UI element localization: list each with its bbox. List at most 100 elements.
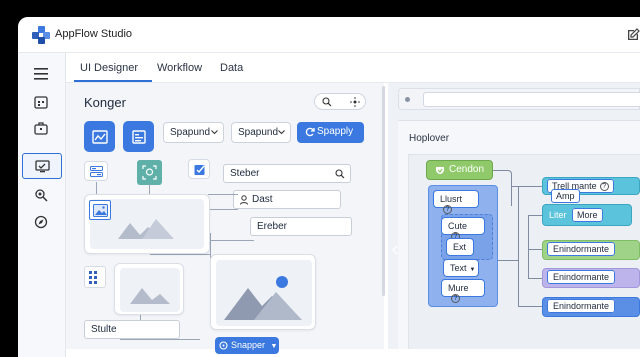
image-badge xyxy=(89,200,111,220)
help-icon: ? xyxy=(443,205,452,215)
tab-bar: UI Designer Workflow Data xyxy=(66,53,640,83)
section-title: Hoplover xyxy=(409,133,450,144)
screen-check-icon[interactable] xyxy=(22,153,62,179)
node-liter[interactable]: Liter More xyxy=(542,204,632,226)
snapper-chip[interactable]: Snapper ▼ xyxy=(215,337,279,354)
node-enindormante-1[interactable]: Enindormante xyxy=(542,240,640,260)
dropdown-2[interactable]: Spapund xyxy=(231,122,291,143)
node-more-chip[interactable]: More xyxy=(572,208,603,222)
connector-line xyxy=(208,194,238,195)
node-enindormante-1-label: Enindormante xyxy=(553,244,610,254)
flow-connector xyxy=(528,249,542,250)
flow-connector xyxy=(518,306,542,307)
image-placeholder xyxy=(216,260,312,326)
designer-scrollbar[interactable] xyxy=(382,86,385,296)
title-bar: AppFlow Studio xyxy=(18,17,640,53)
node-enindormante-2[interactable]: Enindormante xyxy=(542,268,640,288)
help-icon: ? xyxy=(451,294,460,304)
node-enindormante-3[interactable]: Enindormante xyxy=(542,297,640,317)
image-icon xyxy=(130,288,170,304)
node-cute[interactable]: Cute? xyxy=(441,217,485,242)
designer-search[interactable] xyxy=(314,93,366,110)
left-sidebar xyxy=(18,53,66,357)
node-cute-label: Cute xyxy=(448,221,468,231)
node-amp-chip: Amp xyxy=(551,189,580,204)
chart-icon xyxy=(91,129,108,144)
field-steber[interactable]: Steber xyxy=(223,164,351,183)
briefcase-icon[interactable] xyxy=(30,117,52,139)
node-text[interactable]: Text ▼ xyxy=(443,259,479,277)
field-stulte[interactable]: Stulte xyxy=(84,320,180,339)
node-enindormante-2-chip: Enindormante xyxy=(547,270,616,284)
node-mure-label: Mure xyxy=(448,283,469,293)
tab-ui-designer[interactable]: UI Designer xyxy=(80,62,138,74)
node-llusrt-label: Llusrt xyxy=(440,194,463,204)
connector-line xyxy=(96,182,97,194)
flow-connector xyxy=(528,215,529,279)
help-icon: ? xyxy=(599,182,609,192)
connector-line xyxy=(208,209,238,210)
compass-icon[interactable] xyxy=(30,211,52,233)
apply-button[interactable]: Spapply xyxy=(297,122,364,143)
calendar-icon[interactable] xyxy=(30,91,52,113)
refresh-icon xyxy=(305,127,315,137)
toolbar-dot xyxy=(405,97,410,102)
field-steber-text: Steber xyxy=(230,168,260,179)
field-ereber[interactable]: Ereber xyxy=(250,217,352,236)
node-enindormante-1-chip: Enindormante xyxy=(547,242,616,256)
widget-toggle[interactable] xyxy=(84,161,108,181)
flow-connector xyxy=(492,170,512,206)
apply-button-label: Spapply xyxy=(317,126,354,137)
image-card-3[interactable] xyxy=(210,254,316,330)
chevron-down-icon xyxy=(278,130,285,135)
designer-title: Konger xyxy=(84,95,126,110)
field-dast[interactable]: Dast xyxy=(233,190,341,209)
check-shield-icon xyxy=(436,167,444,174)
menu-icon[interactable] xyxy=(30,63,52,85)
node-cendon[interactable]: Cendon xyxy=(426,160,493,180)
node-liter-label: Liter xyxy=(549,210,567,220)
widget-tile-form[interactable] xyxy=(123,121,154,152)
sparkle-icon xyxy=(350,97,360,107)
app-logo-icon xyxy=(32,26,50,44)
image-card-2[interactable] xyxy=(114,263,184,315)
node-llusrt[interactable]: Llusrt? xyxy=(433,190,479,215)
node-ext-label: Ext xyxy=(453,242,467,252)
node-text-label: Text xyxy=(450,263,467,273)
grid-icon xyxy=(89,271,97,284)
search-icon xyxy=(322,97,332,107)
panel-toolbar xyxy=(398,88,640,110)
image-card-1[interactable] xyxy=(84,194,210,254)
toolbar-input[interactable] xyxy=(423,92,640,107)
widget-tile-chart[interactable] xyxy=(84,121,115,152)
dropdown-2-value: Spapund xyxy=(238,127,279,138)
grid-widget[interactable] xyxy=(84,266,106,288)
app-title: AppFlow Studio xyxy=(55,28,133,40)
node-trellmante[interactable]: Trell mante? Amp xyxy=(542,177,640,204)
node-enindormante-3-chip: Enindormante xyxy=(547,299,616,313)
widget-face-tile[interactable] xyxy=(137,160,162,185)
tab-data[interactable]: Data xyxy=(220,62,243,74)
widget-checkbox[interactable] xyxy=(188,159,210,179)
chevron-down-icon xyxy=(211,130,218,135)
node-cendon-label: Cendon xyxy=(449,164,485,175)
node-enindormante-3-label: Enindormante xyxy=(553,301,610,311)
dropdown-1[interactable]: Spapund xyxy=(163,122,224,143)
node-amp-label: Amp xyxy=(556,191,575,202)
image-placeholder xyxy=(120,268,180,312)
flow-connector xyxy=(528,278,542,279)
node-enindormante-2-label: Enindormante xyxy=(553,272,610,282)
chevron-down-icon: ▼ xyxy=(469,267,476,273)
edit-window-icon[interactable] xyxy=(626,28,640,42)
node-ext[interactable]: Ext xyxy=(446,238,474,256)
tab-workflow[interactable]: Workflow xyxy=(157,62,202,74)
connector-line xyxy=(210,240,254,241)
toggle-icon xyxy=(90,166,103,177)
field-ereber-text: Ereber xyxy=(257,221,288,232)
search-settings-icon[interactable] xyxy=(30,184,52,206)
image-icon xyxy=(224,276,302,320)
node-more-label: More xyxy=(577,210,598,220)
node-mure[interactable]: Mure? xyxy=(441,279,485,304)
picture-icon xyxy=(93,204,108,217)
user-icon xyxy=(240,195,248,205)
